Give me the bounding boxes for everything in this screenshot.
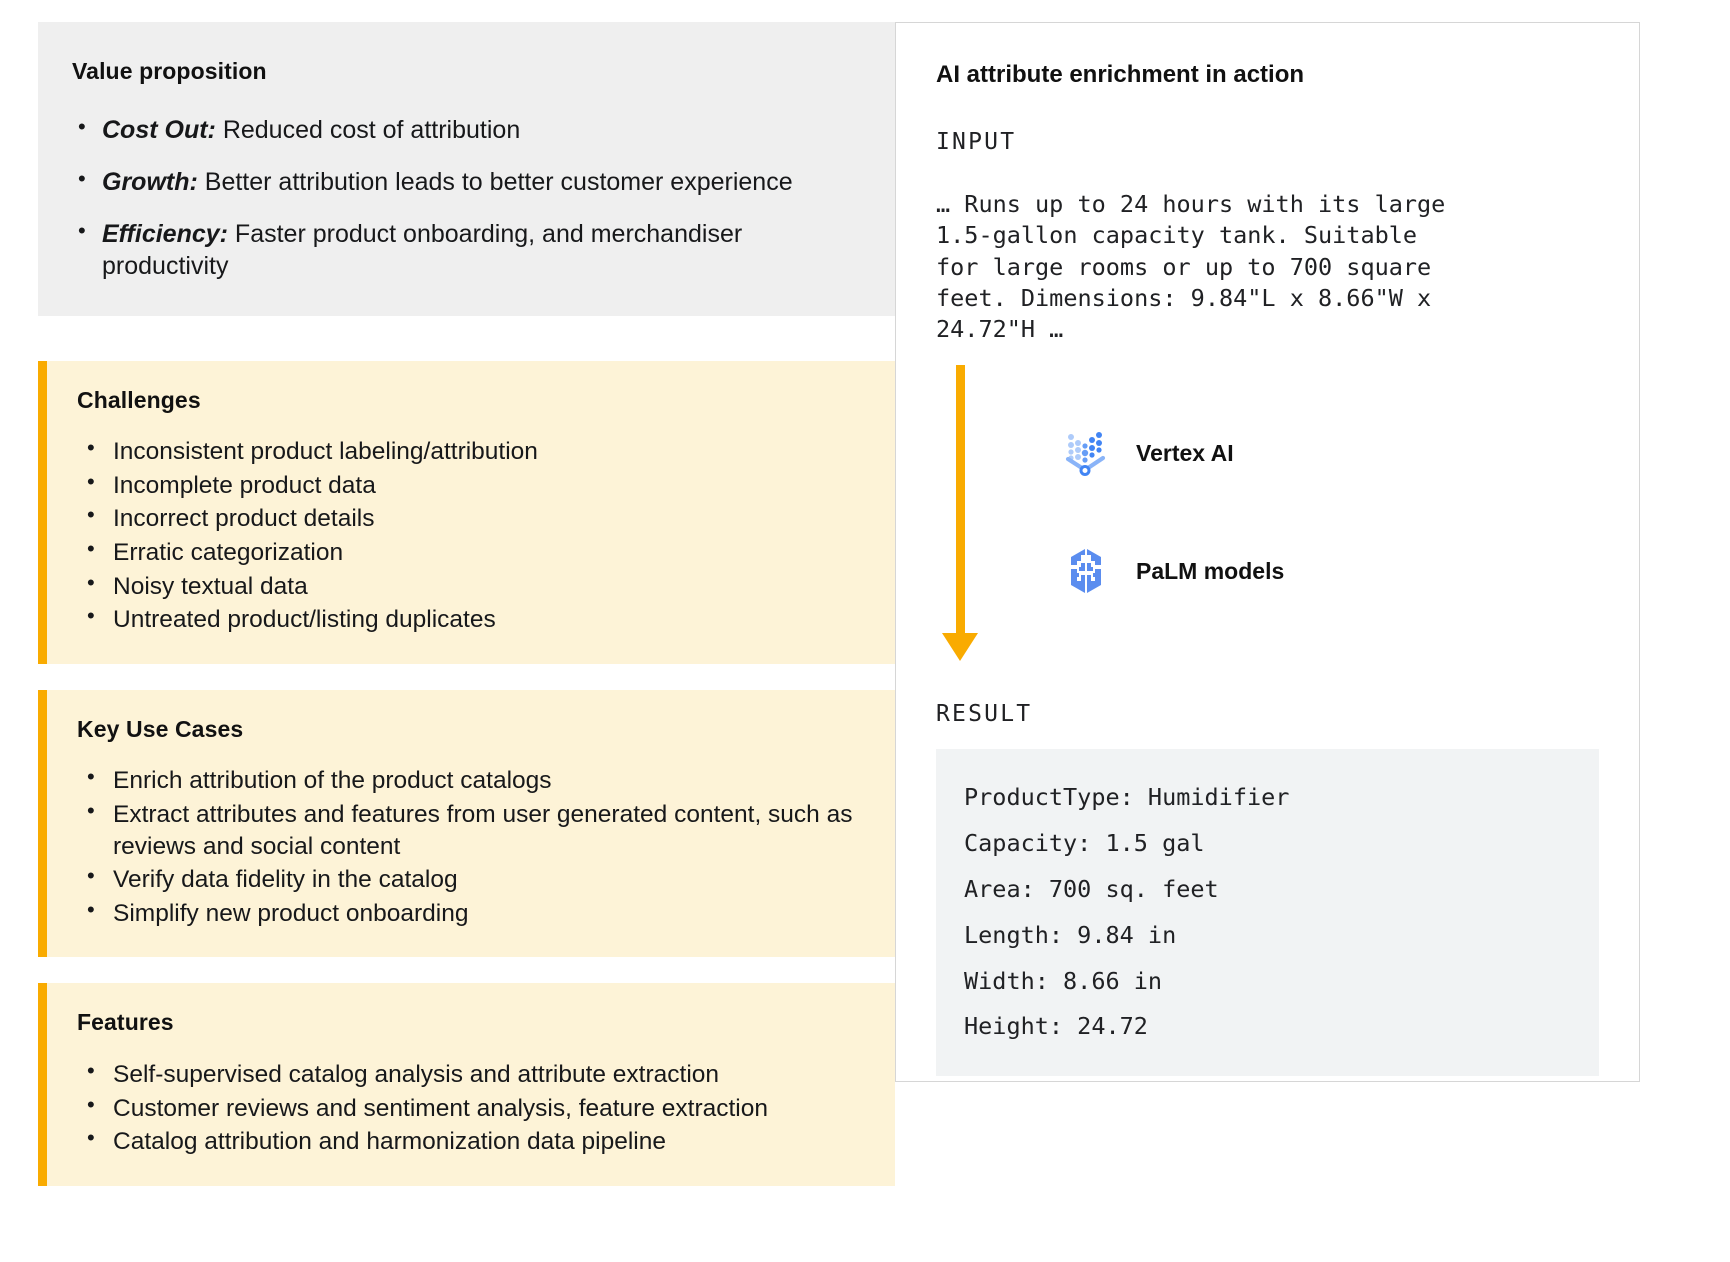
list-item: Cost Out: Reduced cost of attribution — [72, 113, 861, 146]
list-item: Untreated product/listing duplicates — [83, 602, 865, 636]
list-item: Self-supervised catalog analysis and att… — [83, 1057, 865, 1091]
input-label: INPUT — [936, 129, 1017, 155]
ai-enrichment-panel: AI attribute enrichment in action INPUT … — [895, 22, 1640, 1082]
model-chip-palm-models: PaLM models — [1058, 543, 1284, 599]
list-item: Erratic categorization — [83, 535, 865, 569]
list-item: Enrich attribution of the product catalo… — [83, 763, 865, 797]
flow-arrow-head-icon — [942, 633, 978, 662]
list-item: Efficiency: Faster product onboarding, a… — [72, 217, 861, 282]
input-sample-text: … Runs up to 24 hours with its large 1.5… — [936, 190, 1446, 343]
value-proposition-title: Value proposition — [72, 58, 267, 84]
flow-arrow-shaft — [956, 365, 965, 636]
result-line: Length: 9.84 in — [964, 920, 1177, 949]
result-line: Area: 700 sq. feet — [964, 874, 1219, 903]
value-proposition-list: Cost Out: Reduced cost of attribution Gr… — [72, 113, 861, 282]
right-column: AI attribute enrichment in action INPUT … — [895, 0, 1730, 1262]
result-line: Capacity: 1.5 gal — [964, 829, 1205, 858]
list-item: Inconsistent product labeling/attributio… — [83, 434, 865, 468]
list-item: Customer reviews and sentiment analysis,… — [83, 1091, 865, 1125]
result-label: RESULT — [936, 701, 1033, 728]
value-proposition-lead-2: Efficiency: — [102, 219, 228, 248]
result-line: Height: 24.72 — [964, 1012, 1148, 1041]
value-proposition-lead-0: Cost Out: — [102, 115, 216, 144]
features-list: Self-supervised catalog analysis and att… — [77, 1057, 865, 1158]
result-line: ProductType: Humidifier — [964, 783, 1290, 812]
vertex-ai-icon — [1058, 425, 1114, 481]
left-column: Value proposition Cost Out: Reduced cost… — [0, 0, 895, 1262]
slide-root: Value proposition Cost Out: Reduced cost… — [0, 0, 1730, 1262]
result-line: Width: 8.66 in — [964, 966, 1163, 995]
list-item: Extract attributes and features from use… — [83, 797, 865, 862]
result-output-box: ProductType: Humidifier Capacity: 1.5 ga… — [936, 749, 1599, 1077]
value-proposition-text-1: Better attribution leads to better custo… — [197, 167, 793, 196]
key-use-cases-list: Enrich attribution of the product catalo… — [77, 763, 865, 930]
model-label-vertex-ai: Vertex AI — [1136, 439, 1234, 466]
panel-title: AI attribute enrichment in action — [936, 61, 1305, 88]
list-item: Catalog attribution and harmonization da… — [83, 1124, 865, 1158]
model-chip-vertex-ai: Vertex AI — [1058, 425, 1234, 481]
challenges-list: Inconsistent product labeling/attributio… — [77, 434, 865, 636]
features-card: Features Self-supervised catalog analysi… — [38, 983, 895, 1186]
challenges-card: Challenges Inconsistent product labeling… — [38, 360, 895, 664]
list-item: Incorrect product details — [83, 501, 865, 535]
model-label-palm-models: PaLM models — [1136, 557, 1285, 584]
challenges-title: Challenges — [77, 386, 201, 413]
value-proposition-card: Value proposition Cost Out: Reduced cost… — [38, 22, 895, 316]
key-use-cases-title: Key Use Cases — [77, 715, 244, 742]
list-item: Growth: Better attribution leads to bett… — [72, 165, 861, 198]
list-item: Simplify new product onboarding — [83, 896, 865, 930]
value-proposition-text-0: Reduced cost of attribution — [215, 115, 521, 144]
palm-models-icon — [1058, 543, 1114, 599]
key-use-cases-card: Key Use Cases Enrich attribution of the … — [38, 689, 895, 958]
processing-flow: Vertex AI PaLM models — [936, 365, 1599, 695]
features-title: Features — [77, 1009, 174, 1036]
value-proposition-lead-1: Growth: — [102, 167, 198, 196]
list-item: Incomplete product data — [83, 468, 865, 502]
list-item: Verify data fidelity in the catalog — [83, 862, 865, 896]
list-item: Noisy textual data — [83, 569, 865, 603]
